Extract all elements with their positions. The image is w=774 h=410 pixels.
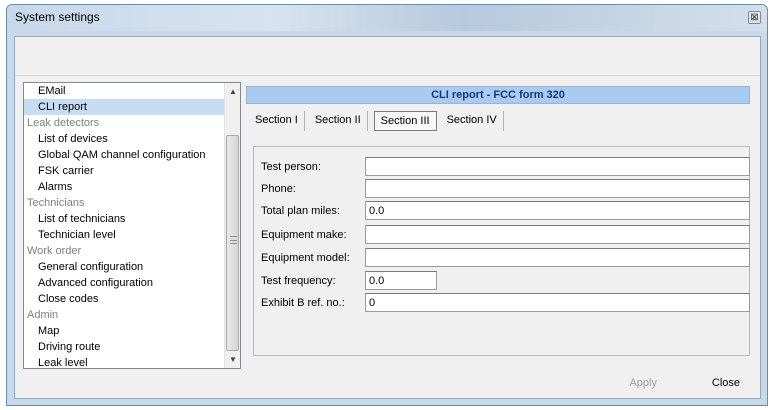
form-row-test-person: Test person:	[254, 157, 750, 177]
section-tabs: Section I Section II Section III Section…	[249, 111, 508, 131]
equipment-make-input[interactable]	[365, 225, 750, 244]
tree-item-leak-level[interactable]: Leak level	[24, 355, 225, 368]
tab-section-ii[interactable]: Section II	[309, 111, 368, 131]
scrollbar-thumb[interactable]	[226, 135, 239, 351]
tree-item-email[interactable]: EMail	[24, 83, 225, 99]
phone-input[interactable]	[365, 179, 750, 198]
top-empty-bar	[15, 37, 760, 76]
test-person-input[interactable]	[365, 157, 750, 176]
test-frequency-input[interactable]	[365, 271, 437, 290]
tree-group-work-order[interactable]: Work order	[24, 243, 225, 259]
tree-item-cli-report[interactable]: CLI report	[24, 99, 225, 115]
form-row-equipment-make: Equipment make:	[254, 225, 750, 245]
tree-item-technician-level[interactable]: Technician level	[24, 227, 225, 243]
tab-section-i[interactable]: Section I	[249, 111, 305, 131]
dialog-button-bar: Apply Close	[15, 370, 760, 398]
tree-group-leak-detectors[interactable]: Leak detectors	[24, 115, 225, 131]
settings-tree-list: EMail CLI report Leak detectors List of dev…	[24, 83, 225, 368]
settings-window: System settings ⊠ EMail CLI report Leak de…	[6, 4, 768, 406]
scroll-up-icon[interactable]: ▲	[225, 83, 240, 100]
close-button[interactable]: Close	[712, 377, 740, 389]
exhibit-b-ref-label: Exhibit B ref. no.:	[261, 297, 345, 309]
settings-tree[interactable]: EMail CLI report Leak detectors List of dev…	[23, 82, 241, 369]
window-close-icon[interactable]: ⊠	[748, 11, 761, 24]
form-row-equipment-model: Equipment model:	[254, 248, 750, 268]
tree-item-map[interactable]: Map	[24, 323, 225, 339]
equipment-make-label: Equipment make:	[261, 229, 347, 241]
section-iii-form: Test person: Phone: Total plan miles: Eq…	[253, 146, 750, 356]
tree-item-list-of-technicians[interactable]: List of technicians	[24, 211, 225, 227]
total-plan-miles-label: Total plan miles:	[261, 205, 340, 217]
tree-item-fsk-carrier[interactable]: FSK carrier	[24, 163, 225, 179]
equipment-model-input[interactable]	[365, 248, 750, 267]
tree-item-general-configuration[interactable]: General configuration	[24, 259, 225, 275]
tree-item-close-codes[interactable]: Close codes	[24, 291, 225, 307]
form-row-phone: Phone:	[254, 179, 750, 199]
scrollbar-grip-icon	[230, 236, 237, 244]
window-title: System settings	[15, 10, 100, 24]
test-frequency-label: Test frequency:	[261, 275, 336, 287]
form-row-test-frequency: Test frequency:	[254, 271, 749, 291]
form-row-total-plan-miles: Total plan miles:	[254, 201, 750, 221]
test-person-label: Test person:	[261, 161, 321, 173]
tab-section-iii[interactable]: Section III	[373, 111, 437, 131]
tab-section-iv[interactable]: Section IV	[441, 111, 504, 131]
panel-header: CLI report - FCC form 320	[246, 86, 750, 104]
form-row-exhibit-b: Exhibit B ref. no.:	[254, 293, 750, 313]
title-bar[interactable]: System settings ⊠	[7, 5, 767, 31]
client-area: EMail CLI report Leak detectors List of dev…	[14, 36, 761, 399]
tree-item-list-of-devices[interactable]: List of devices	[24, 131, 225, 147]
total-plan-miles-input[interactable]	[365, 201, 750, 220]
tree-group-admin[interactable]: Admin	[24, 307, 225, 323]
exhibit-b-ref-input[interactable]	[365, 293, 750, 312]
tree-item-advanced-configuration[interactable]: Advanced configuration	[24, 275, 225, 291]
equipment-model-label: Equipment model:	[261, 252, 350, 264]
tree-group-technicians[interactable]: Technicians	[24, 195, 225, 211]
tree-vertical-scrollbar[interactable]: ▲ ▼	[224, 83, 240, 368]
phone-label: Phone:	[261, 183, 296, 195]
scroll-down-icon[interactable]: ▼	[225, 351, 240, 368]
tree-item-alarms[interactable]: Alarms	[24, 179, 225, 195]
cli-report-panel: CLI report - FCC form 320 Section I Sect…	[241, 82, 753, 369]
tree-item-driving-route[interactable]: Driving route	[24, 339, 225, 355]
tree-item-global-qam-channel-configuration[interactable]: Global QAM channel configuration	[24, 147, 225, 163]
apply-button[interactable]: Apply	[629, 377, 657, 389]
